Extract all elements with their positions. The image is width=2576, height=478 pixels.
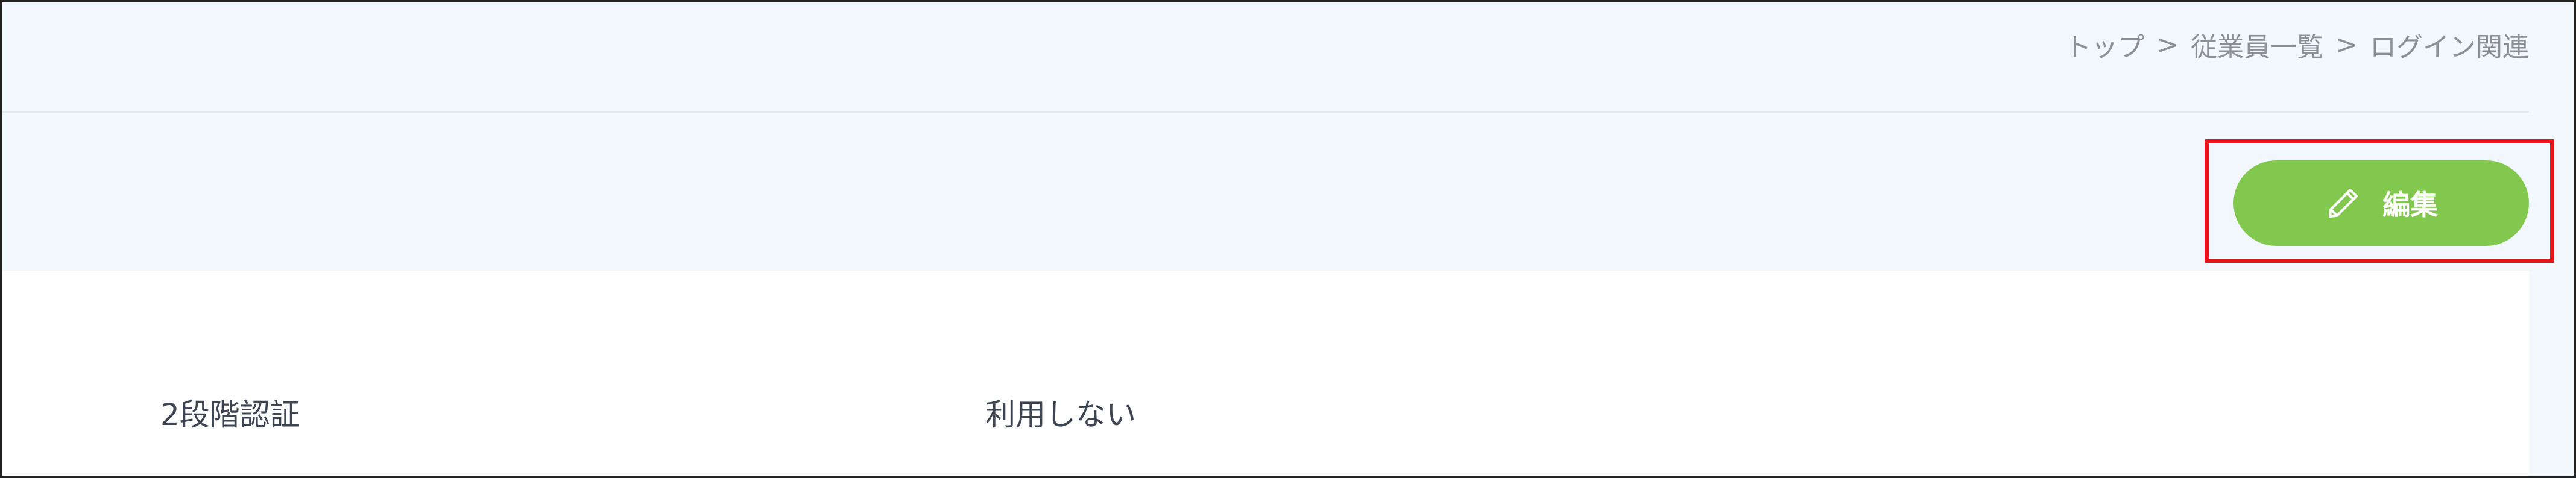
settings-panel: 2段階認証 利用しない — [2, 271, 2529, 476]
screen-frame: トップ > 従業員一覧 > ログイン関連 編集 2段階認証 利用しない — [0, 0, 2576, 478]
pencil-icon — [2325, 184, 2362, 222]
breadcrumb-separator: > — [2156, 29, 2179, 60]
breadcrumb-item-top[interactable]: トップ — [2065, 25, 2144, 64]
breadcrumb-item-login: ログイン関連 — [2370, 32, 2529, 63]
setting-row-two-factor: 2段階認証 利用しない — [160, 391, 2512, 433]
breadcrumb-item-employee-list[interactable]: 従業員一覧 — [2191, 25, 2323, 64]
page-header: トップ > 従業員一覧 > ログイン関連 — [2, 2, 2529, 113]
breadcrumb-separator: > — [2335, 29, 2358, 60]
edit-button-label: 編集 — [2382, 189, 2438, 221]
toolbar — [2, 115, 2529, 271]
two-factor-value: 利用しない — [985, 397, 1136, 432]
breadcrumb: トップ > 従業員一覧 > ログイン関連 — [2065, 25, 2529, 64]
two-factor-label: 2段階認証 — [160, 397, 300, 432]
edit-button[interactable]: 編集 — [2233, 160, 2529, 246]
